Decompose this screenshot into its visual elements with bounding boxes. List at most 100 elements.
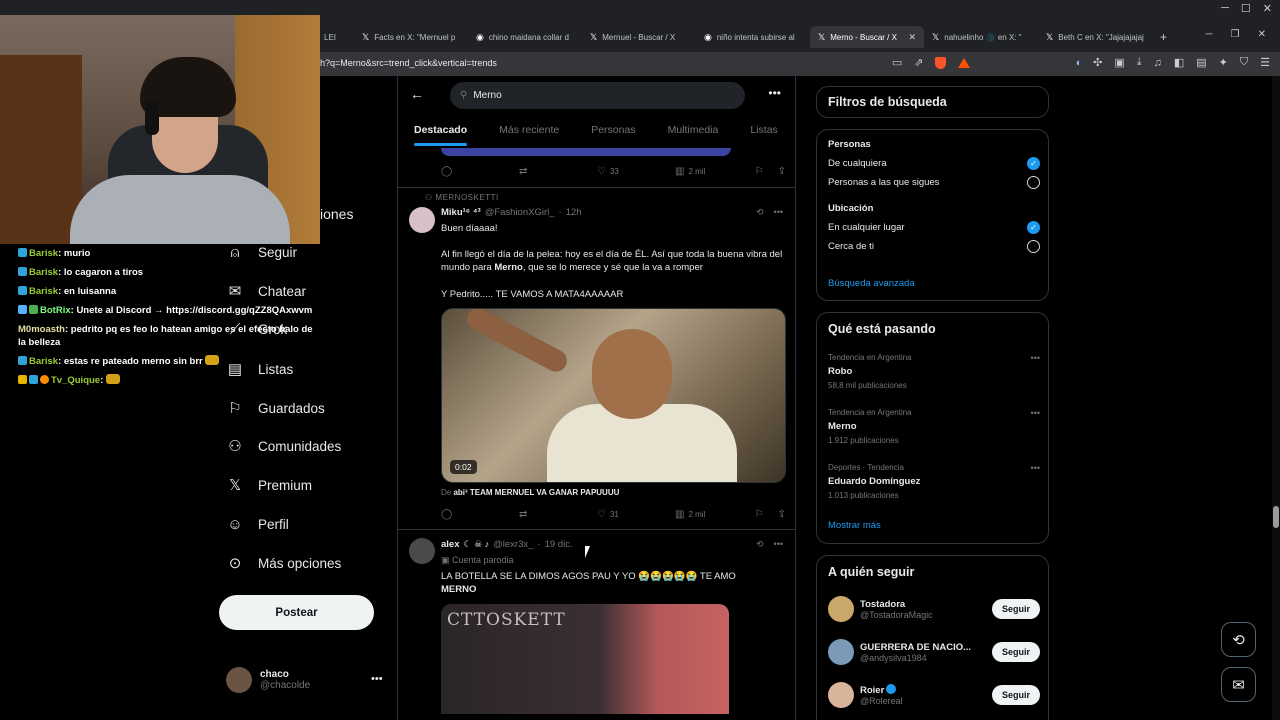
filter-option[interactable]: Cerca de ti: [828, 240, 1040, 253]
avatar[interactable]: [409, 207, 435, 233]
browser-tab[interactable]: 𝕏 Beth C en X: "Jajajajajaj: [1038, 26, 1152, 48]
more-icon[interactable]: •••: [768, 86, 781, 100]
back-arrow-icon[interactable]: ←: [410, 86, 424, 102]
extension-icon[interactable]: ✣: [1093, 56, 1102, 69]
account-switcher[interactable]: chaco @chacolde •••: [226, 667, 386, 693]
avatar[interactable]: [409, 538, 435, 564]
tab-multimedia[interactable]: Multimedia: [652, 122, 735, 146]
share-icon[interactable]: ⇪: [778, 509, 786, 520]
advanced-search-link[interactable]: Búsqueda avanzada: [828, 278, 915, 289]
cast-icon[interactable]: ▭: [892, 56, 902, 69]
nav-item-perfil[interactable]: ☺ Perfil: [226, 515, 288, 533]
scrollbar-thumb[interactable]: [1273, 506, 1279, 528]
like-button[interactable]: ♡ 31: [597, 509, 675, 520]
nav-item-mas-opciones[interactable]: ⊙ Más opciones: [226, 554, 342, 572]
retweet-button[interactable]: ⇄: [519, 166, 597, 177]
minimize-icon[interactable]: ─: [1221, 2, 1229, 15]
messages-floating-button[interactable]: ✉: [1221, 667, 1256, 702]
trend-item[interactable]: Tendencia en Argentina Robo 58,8 mil pub…: [828, 353, 1040, 390]
radio-checked-icon[interactable]: ✓: [1027, 221, 1040, 234]
minimize-icon[interactable]: ─: [1206, 29, 1213, 40]
close-icon[interactable]: ✕: [1258, 29, 1266, 40]
browser-tab[interactable]: 𝕏 Mernuel - Buscar / X: [582, 26, 696, 48]
more-icon[interactable]: •••: [371, 673, 383, 685]
author-handle[interactable]: @lexr3x_: [493, 539, 533, 550]
audio-icon[interactable]: ◖: [1074, 57, 1081, 69]
vpn-icon[interactable]: ⛉: [1240, 56, 1248, 69]
brave-shield-icon[interactable]: [935, 56, 947, 69]
reply-button[interactable]: ◯: [441, 509, 519, 520]
tab-mas-reciente[interactable]: Más reciente: [483, 122, 575, 146]
browser-tab[interactable]: ◉ niño intenta subirse al: [696, 26, 810, 48]
like-button[interactable]: ♡ 33: [597, 166, 675, 177]
grok-floating-button[interactable]: ⟲: [1221, 622, 1256, 657]
restore-icon[interactable]: ❐: [1231, 29, 1240, 40]
grok-icon[interactable]: ⟲: [756, 539, 764, 550]
follow-suggestion[interactable]: GUERRERA DE NACIO... @andysilva1984 Segui…: [828, 639, 1040, 665]
media-icon[interactable]: ♫: [1154, 57, 1162, 69]
new-tab-icon[interactable]: +: [1152, 26, 1175, 48]
follow-suggestion[interactable]: Roier @Rolereal Seguir: [828, 682, 1040, 708]
sidebar-icon[interactable]: ◧: [1174, 56, 1184, 69]
browser-tab-active[interactable]: 𝕏 Merno - Buscar / X ✕: [810, 26, 924, 48]
share-icon[interactable]: ⇪: [778, 166, 786, 177]
follow-button[interactable]: Seguir: [991, 642, 1040, 662]
browser-tab[interactable]: LEI: [320, 26, 354, 48]
browser-tab[interactable]: 𝕏 Facts en X: "Mernuel p: [354, 26, 468, 48]
browser-tab[interactable]: ◉ chino maidana collar d: [468, 26, 582, 48]
nav-item-chatear[interactable]: ✉ Chatear: [226, 282, 306, 300]
retweet-button[interactable]: ⇄: [519, 509, 597, 520]
trend-item[interactable]: Tendencia en Argentina Merno 1.912 publi…: [828, 408, 1040, 445]
follow-button[interactable]: Seguir: [991, 685, 1040, 705]
caption-user[interactable]: abi³ TEAM MERNUEL VA GANAR PAPUUUU: [453, 488, 619, 497]
browser-tab[interactable]: 𝕏nahuelinho 🌑 en X: ": [924, 26, 1038, 48]
tweet-image[interactable]: CTTOSKETT: [441, 604, 729, 714]
author-name[interactable]: alex: [441, 539, 460, 550]
nav-item-premium[interactable]: 𝕏 Premium: [226, 476, 312, 494]
tab-destacado[interactable]: Destacado: [398, 122, 483, 146]
nav-item-grok[interactable]: ⟋ Grok: [226, 320, 288, 338]
more-icon[interactable]: •••: [1031, 353, 1040, 363]
tab-listas[interactable]: Listas: [734, 122, 793, 146]
nav-item-seguir[interactable]: ⍝ Seguir: [226, 243, 297, 261]
ai-icon[interactable]: ✦: [1219, 56, 1228, 69]
more-icon[interactable]: •••: [1031, 463, 1040, 473]
menu-icon[interactable]: ☰: [1260, 56, 1270, 69]
search-input[interactable]: ⚲ Merno: [450, 82, 745, 109]
radio-checked-icon[interactable]: ✓: [1027, 157, 1040, 170]
more-icon[interactable]: •••: [774, 207, 783, 218]
grok-icon[interactable]: ⟲: [756, 207, 764, 218]
author-name[interactable]: Miku¹⁶ ⁴³: [441, 207, 481, 218]
follow-suggestion[interactable]: Tostadora @TostadoraMagic Seguir: [828, 596, 1040, 622]
video-player[interactable]: 0:02: [441, 308, 786, 483]
author-handle[interactable]: @FashionXGirl_: [485, 207, 555, 218]
more-icon[interactable]: •••: [774, 539, 783, 550]
close-icon[interactable]: ✕: [1263, 2, 1272, 15]
tweet-time[interactable]: 19 dic.: [545, 539, 573, 550]
trend-item[interactable]: Deportes · Tendencia Eduardo Domínguez 1…: [828, 463, 1040, 500]
bookmark-icon[interactable]: ⚐: [755, 166, 764, 177]
views-button[interactable]: ▥ 2 mil: [675, 166, 753, 177]
follow-button[interactable]: Seguir: [991, 599, 1040, 619]
brave-rewards-icon[interactable]: [958, 57, 971, 68]
views-button[interactable]: ▥ 2 mil: [675, 509, 753, 520]
url-field[interactable]: h?q=Merno&src=trend_click&vertical=trend…: [320, 58, 497, 68]
filter-option[interactable]: En cualquier lugar ✓: [828, 221, 1040, 234]
maximize-icon[interactable]: ☐: [1241, 2, 1251, 15]
download-icon[interactable]: ⤓: [1137, 56, 1142, 69]
nav-item-listas[interactable]: ▤ Listas: [226, 360, 293, 378]
filter-option[interactable]: Personas a las que sigues: [828, 176, 1040, 189]
screenshot-icon[interactable]: ▣: [1114, 56, 1124, 69]
show-more-link[interactable]: Mostrar más: [828, 520, 881, 531]
radio-icon[interactable]: [1027, 176, 1040, 189]
reply-button[interactable]: ◯: [441, 166, 519, 177]
nav-item-guardados[interactable]: ⚐ Guardados: [226, 399, 325, 417]
post-button[interactable]: Postear: [219, 595, 374, 630]
nav-item-comunidades[interactable]: ⚇ Comunidades: [226, 437, 341, 455]
tab-close-icon[interactable]: ✕: [908, 32, 916, 43]
tab-personas[interactable]: Personas: [575, 122, 651, 146]
filter-option[interactable]: De cualquiera ✓: [828, 157, 1040, 170]
share-icon[interactable]: ⇗: [914, 56, 923, 69]
wallet-icon[interactable]: ▤: [1196, 56, 1206, 69]
bookmark-icon[interactable]: ⚐: [755, 509, 764, 520]
